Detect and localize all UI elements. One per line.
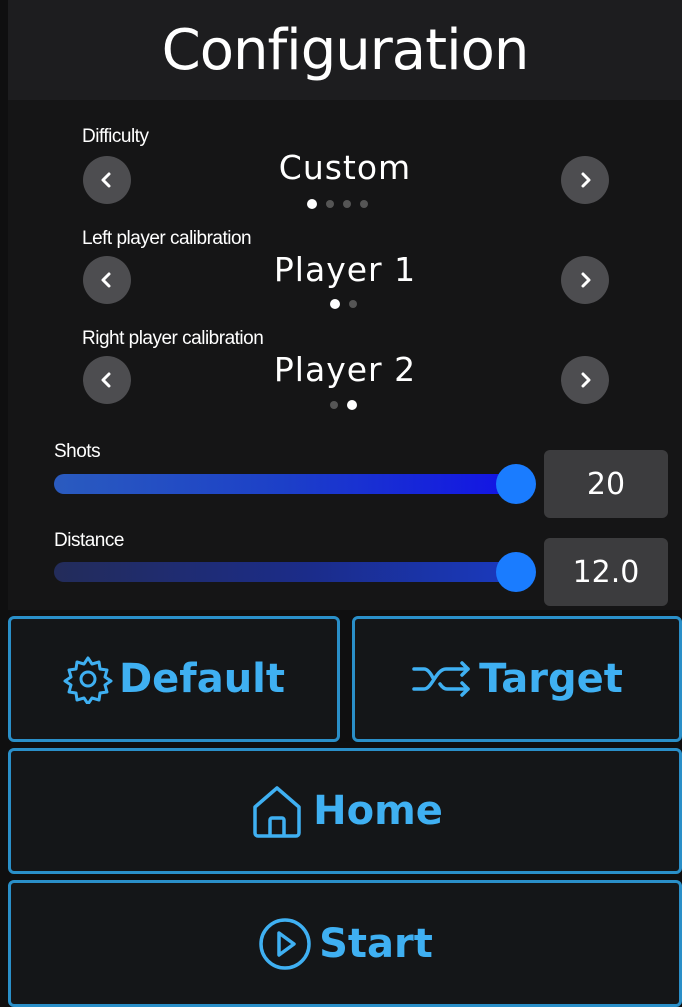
- difficulty-next-button[interactable]: [561, 156, 609, 204]
- gear-icon: [63, 654, 113, 704]
- left-calibration-page-dots: [330, 299, 357, 309]
- difficulty-value: Custom: [278, 148, 412, 187]
- right-calibration-next-button[interactable]: [561, 356, 609, 404]
- chevron-left-icon: [101, 272, 111, 288]
- page-dot: [307, 199, 317, 209]
- default-button-label: Default: [118, 656, 286, 702]
- right-calibration-prev-button[interactable]: [83, 356, 131, 404]
- chevron-left-icon: [101, 372, 111, 388]
- shots-slider-track[interactable]: [54, 474, 520, 494]
- left-calibration-prev-button[interactable]: [83, 256, 131, 304]
- target-button-label: Target: [479, 656, 623, 702]
- left-calibration-label: Left player calibration: [82, 228, 252, 249]
- left-calibration-value: Player 1: [273, 250, 417, 289]
- difficulty-prev-button[interactable]: [83, 156, 131, 204]
- shots-slider-thumb[interactable]: [496, 464, 536, 504]
- left-calibration-next-button[interactable]: [561, 256, 609, 304]
- distance-value[interactable]: 12.0: [544, 538, 668, 606]
- configuration-screen: Configuration Difficulty Custom Left pla…: [0, 0, 682, 1007]
- home-button-label: Home: [313, 788, 443, 834]
- start-button-label: Start: [319, 920, 433, 967]
- page-dot: [349, 300, 357, 308]
- page-dot: [326, 200, 334, 208]
- right-calibration-label: Right player calibration: [82, 328, 264, 349]
- shots-label: Shots: [54, 441, 101, 462]
- chevron-right-icon: [581, 272, 591, 288]
- target-button[interactable]: Target: [352, 616, 682, 742]
- start-button[interactable]: Start: [8, 880, 682, 1007]
- chevron-right-icon: [581, 372, 591, 388]
- header: Configuration: [8, 0, 682, 100]
- difficulty-label: Difficulty: [82, 126, 149, 147]
- default-button[interactable]: Default: [8, 616, 340, 742]
- settings-panel: Difficulty Custom Left player calibratio…: [8, 100, 682, 610]
- right-calibration-value: Player 2: [273, 350, 417, 389]
- page-dot: [343, 200, 351, 208]
- page-dot: [347, 400, 357, 410]
- home-button[interactable]: Home: [8, 748, 682, 874]
- page-dot: [330, 299, 340, 309]
- right-calibration-page-dots: [330, 400, 357, 410]
- distance-label: Distance: [54, 530, 124, 551]
- shots-value[interactable]: 20: [544, 450, 668, 518]
- page-dot: [330, 401, 338, 409]
- distance-slider-track[interactable]: [54, 562, 520, 582]
- difficulty-page-dots: [307, 199, 368, 209]
- shuffle-icon: [411, 659, 473, 699]
- home-icon: [247, 783, 307, 839]
- chevron-right-icon: [581, 172, 591, 188]
- distance-slider-thumb[interactable]: [496, 552, 536, 592]
- page-title: Configuration: [161, 17, 530, 83]
- play-circle-icon: [257, 916, 313, 972]
- chevron-left-icon: [101, 172, 111, 188]
- page-dot: [360, 200, 368, 208]
